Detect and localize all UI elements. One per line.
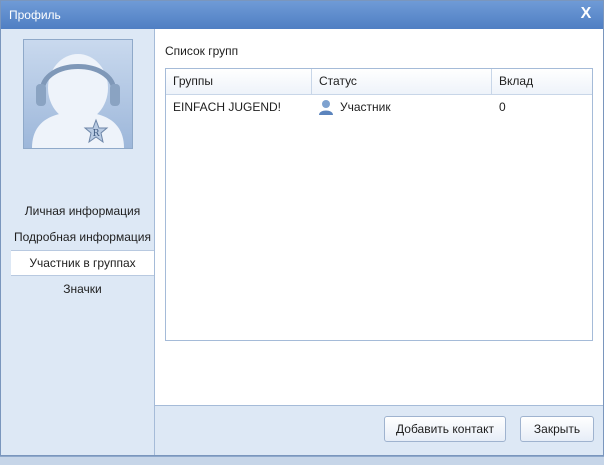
section-title: Список групп (165, 44, 239, 58)
group-name-cell: EINFACH JUGEND! (173, 100, 282, 114)
close-icon[interactable]: X (577, 5, 595, 23)
window-title: Профиль (9, 8, 61, 22)
default-avatar-icon: R (32, 54, 124, 148)
table-row[interactable]: EINFACH JUGEND! Участник 0 (166, 95, 592, 119)
status-text: Участник (340, 100, 391, 114)
avatar-badge: R (93, 129, 100, 139)
table-header: Группы Статус Вклад (166, 69, 592, 95)
avatar: R (23, 39, 133, 149)
main-panel: Список групп Группы Статус Вклад EINFACH… (154, 29, 603, 405)
user-icon (319, 100, 333, 115)
column-header-groups[interactable]: Группы (166, 69, 312, 94)
title-bar[interactable]: Профиль X (1, 1, 603, 29)
close-button[interactable]: Закрыть (520, 416, 594, 442)
add-contact-button[interactable]: Добавить контакт (384, 416, 506, 442)
profile-window: Профиль X R Личная информация Подробная … (0, 0, 604, 456)
sidebar-item-group-member[interactable]: Участник в группах (11, 250, 154, 276)
column-header-status[interactable]: Статус (312, 69, 492, 94)
sidebar-item-detailed-info[interactable]: Подробная информация (11, 225, 154, 249)
contribution-cell: 0 (499, 100, 506, 114)
status-cell: Участник (312, 95, 492, 119)
sidebar: R Личная информация Подробная информация… (1, 29, 154, 405)
groups-table: Группы Статус Вклад EINFACH JUGEND! Учас… (165, 68, 593, 341)
column-header-contribution[interactable]: Вклад (492, 69, 592, 94)
sidebar-item-personal-info[interactable]: Личная информация (11, 199, 154, 223)
sidebar-item-badges[interactable]: Значки (11, 277, 154, 301)
footer-bar: Добавить контакт Закрыть (154, 405, 603, 455)
